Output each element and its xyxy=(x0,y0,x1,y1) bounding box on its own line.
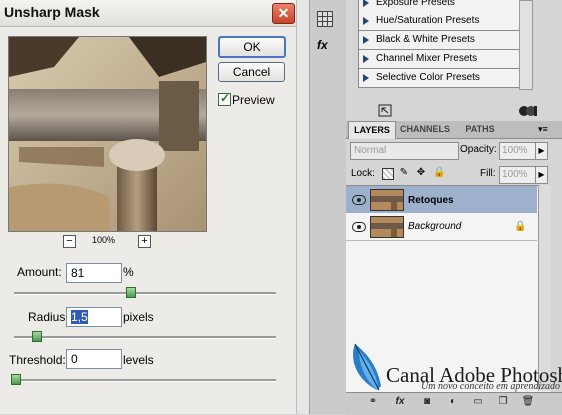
amount-label: Amount: xyxy=(17,265,62,279)
checkmark-icon: ✓ xyxy=(220,91,231,105)
lock-position-icon[interactable]: ✥ xyxy=(416,168,426,178)
preset-black-white[interactable]: Black & White Presets xyxy=(358,31,520,50)
fx-icon[interactable]: fx xyxy=(317,38,328,52)
expand-triangle-icon xyxy=(363,17,369,25)
tab-channels[interactable]: CHANNELS xyxy=(396,121,454,138)
fill-arrow-icon[interactable]: ▶ xyxy=(535,166,548,184)
amount-unit: % xyxy=(123,265,134,279)
rusty-pipe-photo xyxy=(9,37,206,231)
tab-layers[interactable]: LAYERS xyxy=(348,121,396,139)
visibility-eye-icon[interactable] xyxy=(352,195,366,205)
trash-icon[interactable]: 🗑 xyxy=(521,396,535,408)
layer-thumbnail xyxy=(370,189,404,211)
opacity-arrow-icon[interactable]: ▶ xyxy=(535,142,548,160)
amount-input[interactable]: 81 xyxy=(66,263,122,283)
radius-slider-thumb[interactable] xyxy=(32,331,42,342)
visibility-eye-icon[interactable] xyxy=(352,222,366,232)
adjustments-footer xyxy=(358,102,548,120)
threshold-input[interactable]: 0 xyxy=(66,349,122,369)
tab-paths[interactable]: PATHS xyxy=(458,121,502,138)
radius-input[interactable]: 1,5 xyxy=(66,307,122,327)
lock-pixels-icon[interactable]: ✎ xyxy=(399,168,409,178)
threshold-slider-track[interactable] xyxy=(14,379,276,382)
brand-tagline: Um novo conceito em aprendizado xyxy=(421,381,561,392)
preset-hue-saturation[interactable]: Hue/Saturation Presets xyxy=(358,12,520,31)
lock-transparency-icon[interactable] xyxy=(382,168,394,180)
zoom-level: 100% xyxy=(92,235,116,245)
amount-slider-thumb[interactable] xyxy=(126,287,136,298)
preview-label: Preview xyxy=(232,93,275,107)
radius-value-selected: 1,5 xyxy=(71,310,88,324)
cancel-button[interactable]: Cancel xyxy=(218,62,285,82)
dialog-scrollbar[interactable] xyxy=(296,0,309,414)
ok-button[interactable]: OK xyxy=(218,36,286,58)
layer-name-retoques[interactable]: Retoques xyxy=(408,195,454,206)
opacity-input[interactable]: 100% xyxy=(499,142,536,160)
radius-slider-track[interactable] xyxy=(14,336,276,339)
radius-label: Radius: xyxy=(28,310,69,324)
amount-slider-track[interactable] xyxy=(14,292,276,295)
blend-mode-select[interactable]: Normal xyxy=(350,142,459,160)
preview-image[interactable] xyxy=(8,36,207,232)
fill-label: Fill: xyxy=(480,168,496,179)
new-layer-icon[interactable]: ❐ xyxy=(496,396,510,408)
new-group-icon[interactable]: ▭ xyxy=(471,396,485,408)
radius-unit: pixels xyxy=(123,310,154,324)
zoom-out-button[interactable]: − xyxy=(63,235,76,248)
layer-name-background[interactable]: Background xyxy=(408,221,461,232)
fill-input[interactable]: 100% xyxy=(499,166,536,184)
lock-label: Lock: xyxy=(351,168,375,179)
expand-triangle-icon xyxy=(363,55,369,63)
feather-logo-icon xyxy=(353,343,381,391)
opacity-label: Opacity: xyxy=(460,144,497,155)
adjustment-layer-icon[interactable]: ◐ xyxy=(446,396,460,408)
layer-thumbnail xyxy=(370,216,404,238)
preset-selective-color[interactable]: Selective Color Presets xyxy=(358,69,520,88)
lock-all-icon[interactable]: 🔒 xyxy=(433,168,445,178)
preset-channel-mixer[interactable]: Channel Mixer Presets xyxy=(358,50,520,69)
threshold-slider-thumb[interactable] xyxy=(11,374,21,385)
threshold-label: Threshold: xyxy=(9,353,66,367)
clip-to-layer-icon[interactable] xyxy=(518,104,538,118)
expand-triangle-icon xyxy=(363,74,369,82)
expand-triangle-icon xyxy=(363,0,369,7)
link-layers-icon[interactable]: ⚭ xyxy=(366,396,380,408)
return-to-list-icon[interactable] xyxy=(378,104,392,117)
panel-menu-icon[interactable]: ▾≡ xyxy=(538,124,548,135)
layer-lock-icon: 🔒 xyxy=(514,221,527,232)
dialog-title: Unsharp Mask xyxy=(4,4,100,20)
presets-scrollbar[interactable] xyxy=(519,0,533,90)
grid-icon[interactable] xyxy=(316,10,334,28)
close-button[interactable]: ✕ xyxy=(272,3,295,24)
layer-style-fx-icon[interactable]: fx xyxy=(393,396,407,408)
add-mask-icon[interactable]: ◙ xyxy=(420,396,434,408)
threshold-unit: levels xyxy=(123,353,154,367)
preview-checkbox[interactable]: ✓ xyxy=(218,91,231,106)
zoom-in-button[interactable]: + xyxy=(138,235,151,248)
expand-triangle-icon xyxy=(363,36,369,44)
layer-list-scrollbar[interactable] xyxy=(538,185,551,391)
panel-dock-strip xyxy=(309,0,347,414)
